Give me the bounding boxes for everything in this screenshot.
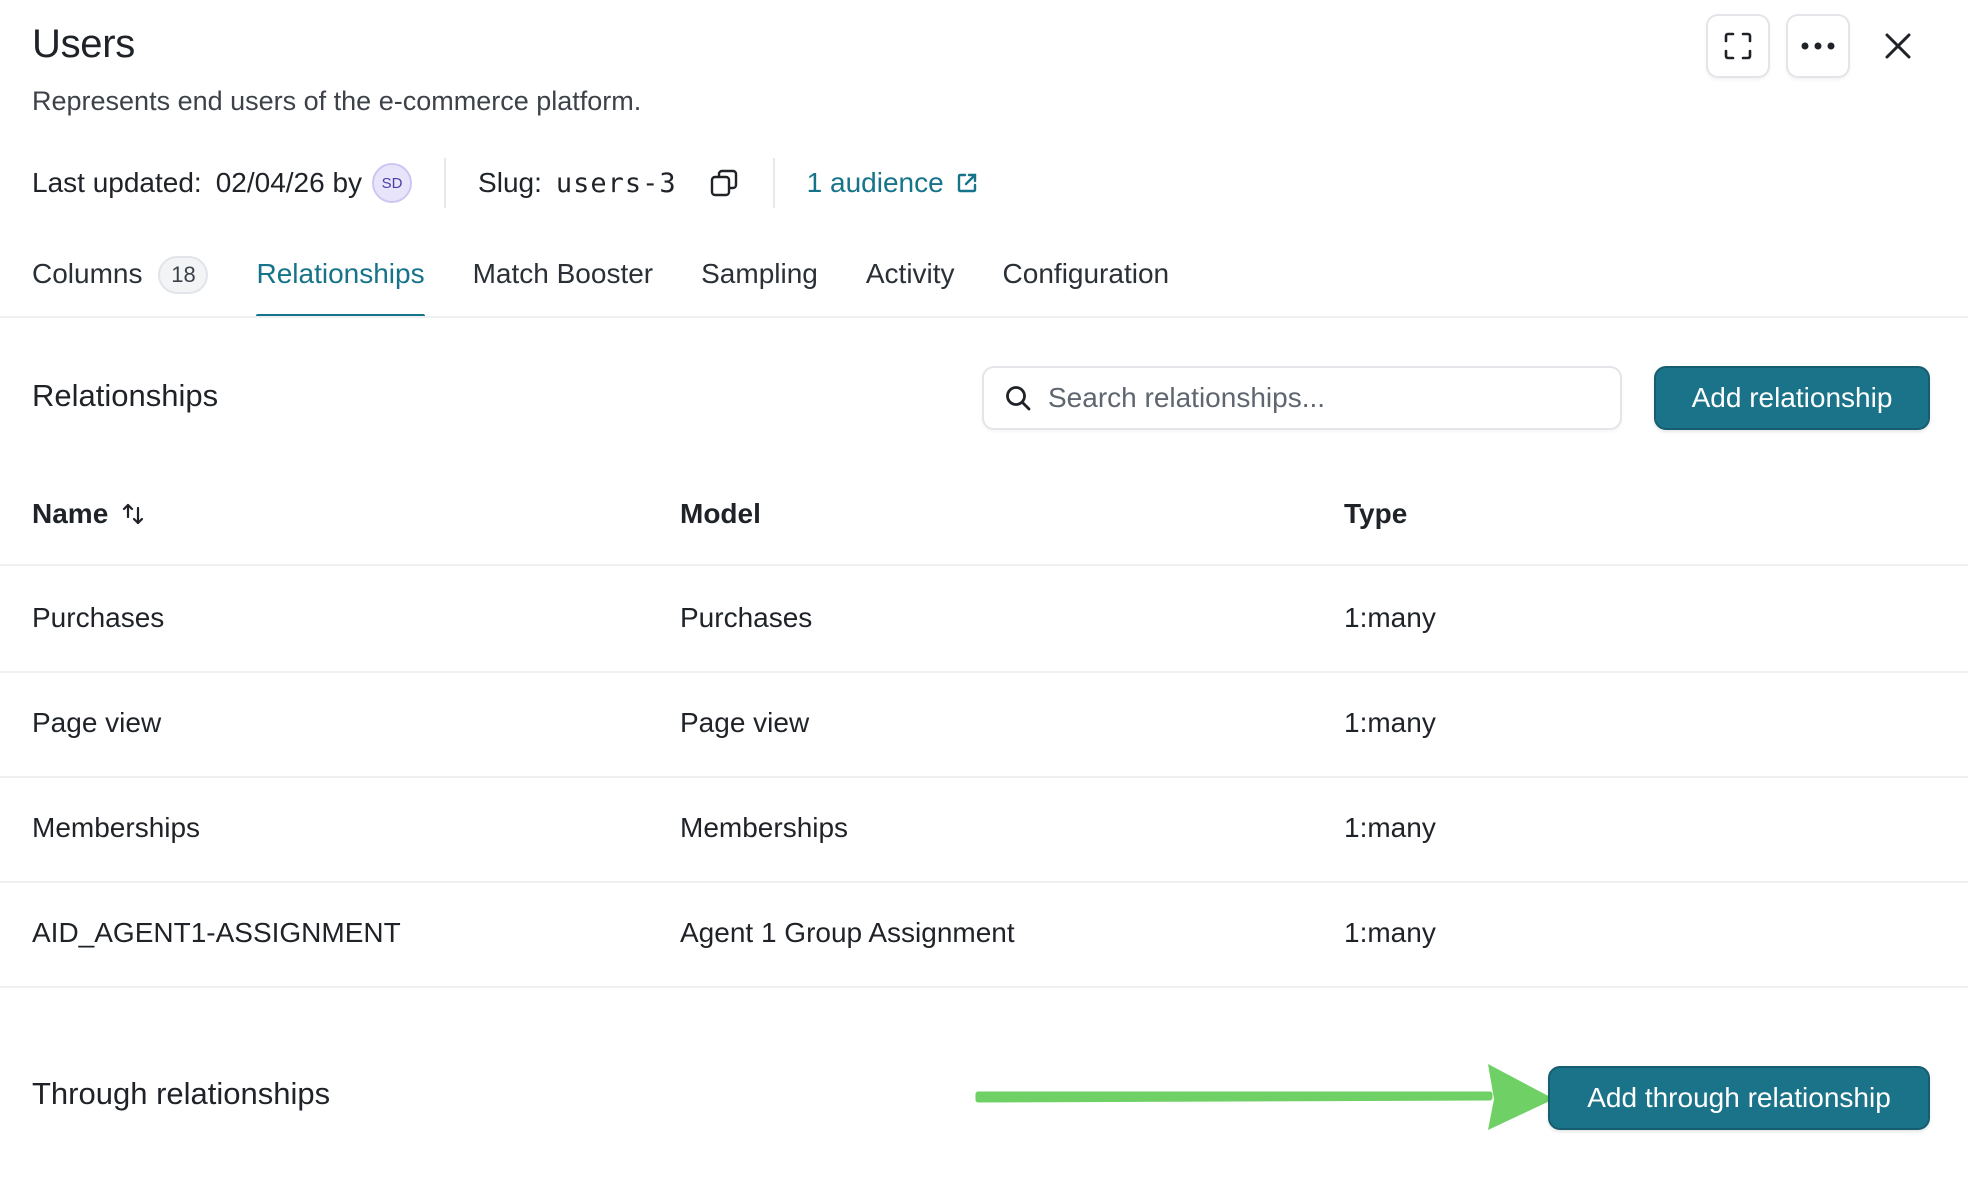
tab-sampling[interactable]: Sampling xyxy=(701,252,818,318)
avatar[interactable]: SD xyxy=(372,163,413,203)
cell-model: Memberships xyxy=(680,812,849,843)
cell-name: Page view xyxy=(32,707,162,738)
slug-label: Slug: xyxy=(478,167,542,198)
column-header-type: Type xyxy=(1344,498,1408,529)
search-input[interactable] xyxy=(1048,382,1588,414)
divider xyxy=(772,158,775,208)
expand-corners-icon xyxy=(1724,32,1752,60)
columns-count-badge: 18 xyxy=(158,256,209,294)
copy-icon xyxy=(710,169,737,197)
meta-row: Last updated: 02/04/26 by SD Slug: users… xyxy=(32,158,978,208)
close-button[interactable] xyxy=(1866,14,1930,78)
tab-label: Configuration xyxy=(1002,258,1170,289)
tab-bar: Columns 18 Relationships Match Booster S… xyxy=(32,252,1217,318)
cell-model: Purchases xyxy=(680,602,813,633)
copy-slug-button[interactable] xyxy=(707,166,741,200)
cell-type: 1:many xyxy=(1344,917,1436,948)
cell-type: 1:many xyxy=(1344,602,1436,633)
cell-name: Purchases xyxy=(32,602,165,633)
add-through-relationship-button[interactable]: Add through relationship xyxy=(1548,1066,1930,1130)
close-icon xyxy=(1885,33,1911,59)
model-details-panel: Users Represents end users of the e-comm… xyxy=(0,0,1968,1188)
audience-link-label: 1 audience xyxy=(806,167,944,198)
tab-match-booster[interactable]: Match Booster xyxy=(473,252,654,318)
cell-type: 1:many xyxy=(1344,812,1436,843)
tab-columns[interactable]: Columns 18 xyxy=(32,252,209,318)
search-icon xyxy=(1006,386,1031,411)
cell-model: Page view xyxy=(680,707,810,738)
cell-type: 1:many xyxy=(1344,707,1436,738)
column-header-label: Name xyxy=(32,498,109,529)
table-row[interactable]: AID_AGENT1-ASSIGNMENT Agent 1 Group Assi… xyxy=(0,883,1968,988)
through-relationships-section-title: Through relationships xyxy=(32,1076,331,1111)
cell-name: AID_AGENT1-ASSIGNMENT xyxy=(32,917,401,948)
relationships-section-title: Relationships xyxy=(32,378,219,413)
page-description: Represents end users of the e-commerce p… xyxy=(32,86,642,116)
tab-label: Columns xyxy=(32,258,143,289)
tab-label: Sampling xyxy=(701,258,818,289)
search-box[interactable] xyxy=(982,366,1622,430)
slug-value: users-3 xyxy=(555,167,677,199)
table-row[interactable]: Memberships Memberships 1:many xyxy=(0,778,1968,883)
more-horizontal-icon xyxy=(1801,42,1835,50)
tabs-divider xyxy=(0,316,1968,318)
audience-link[interactable]: 1 audience xyxy=(807,167,978,199)
tab-label: Activity xyxy=(865,258,955,289)
last-updated-label: Last updated: xyxy=(32,167,202,198)
add-relationship-button[interactable]: Add relationship xyxy=(1654,366,1930,430)
divider xyxy=(444,158,447,208)
cell-model: Agent 1 Group Assignment xyxy=(680,917,1015,948)
more-options-button[interactable] xyxy=(1786,14,1850,78)
tab-configuration[interactable]: Configuration xyxy=(1003,252,1170,318)
fullscreen-button[interactable] xyxy=(1706,14,1770,78)
external-link-icon xyxy=(957,173,976,193)
sort-icon[interactable] xyxy=(120,502,146,526)
column-header-model: Model xyxy=(680,498,761,529)
annotation-arrow-icon xyxy=(975,1064,1554,1130)
page-title: Users xyxy=(32,22,135,66)
tab-relationships[interactable]: Relationships xyxy=(256,252,425,318)
tab-label: Relationships xyxy=(256,258,425,289)
last-updated-value: 02/04/26 by xyxy=(215,167,363,198)
table-row[interactable]: Page view Page view 1:many xyxy=(0,673,1968,778)
cell-name: Memberships xyxy=(32,812,201,843)
tab-label: Match Booster xyxy=(472,258,654,289)
tab-activity[interactable]: Activity xyxy=(866,252,955,318)
table-row[interactable]: Purchases Purchases 1:many xyxy=(0,568,1968,673)
table-header: Name Model Type xyxy=(0,480,1968,566)
column-header-name[interactable]: Name xyxy=(32,498,146,530)
